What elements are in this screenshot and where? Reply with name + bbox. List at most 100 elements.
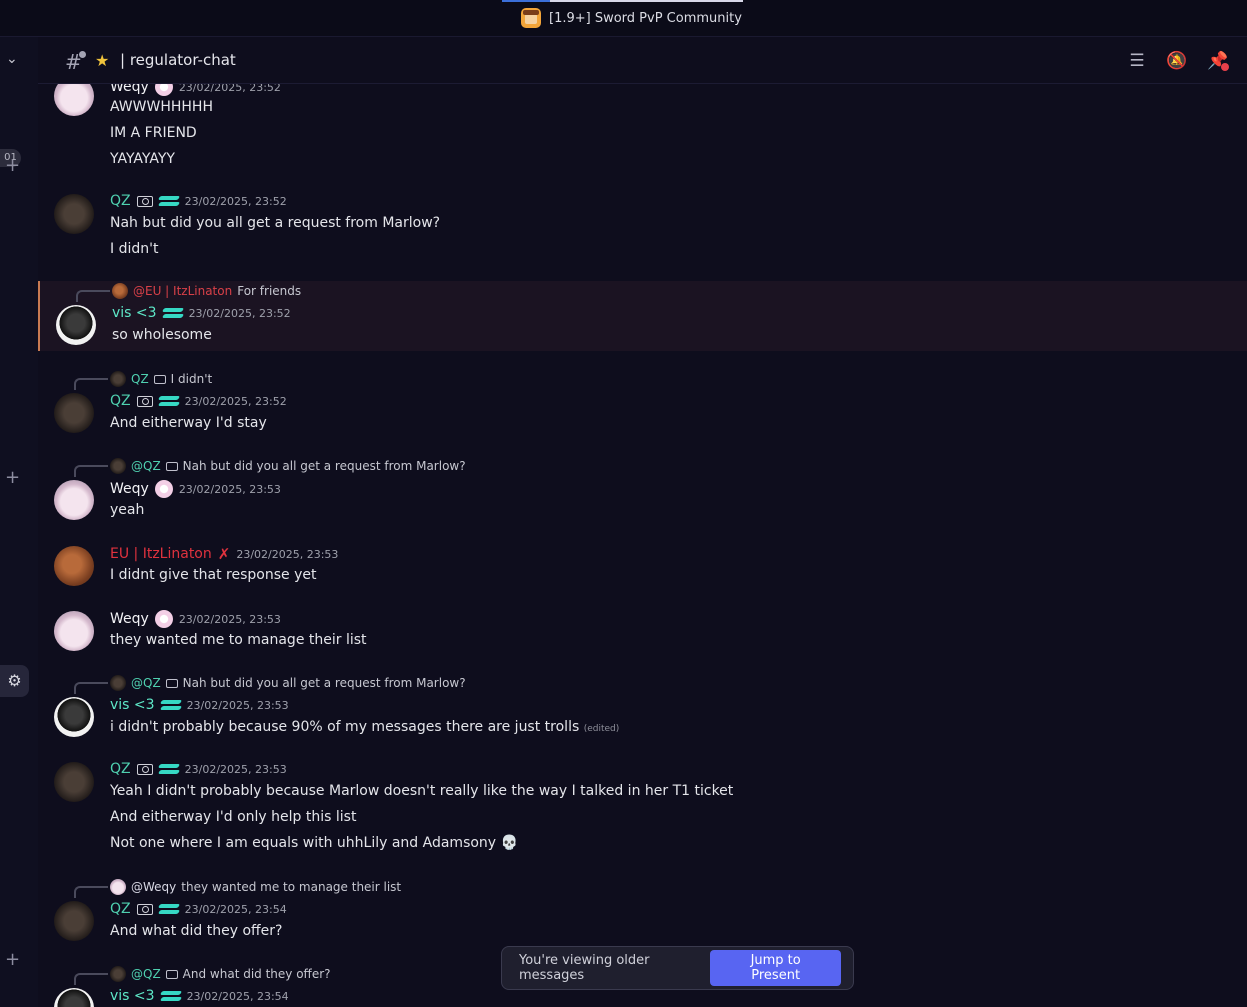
threads-icon[interactable]: ☰ [1126, 50, 1148, 72]
timestamp: 23/02/2025, 23:53 [184, 762, 287, 776]
message-header: QZ 23/02/2025, 23:52 [110, 193, 287, 209]
pin-icon[interactable]: 📌 [1207, 50, 1229, 72]
message-header: QZ 23/02/2025, 23:54 [110, 901, 287, 917]
avatar[interactable] [54, 762, 94, 802]
avatar[interactable] [54, 988, 94, 1007]
message-line: yeah [110, 502, 145, 518]
message-text: Not one where I am equals with uhhLily a… [110, 835, 497, 851]
author-name[interactable]: vis <3 [112, 305, 157, 321]
reply-avatar [110, 371, 126, 387]
reply-spine [74, 378, 108, 390]
jump-to-present-button[interactable]: Jump to Present [710, 950, 841, 986]
message-line: I didn't [110, 241, 159, 257]
timestamp: 23/02/2025, 23:52 [178, 84, 281, 94]
reply-author[interactable]: QZ [131, 372, 149, 386]
timestamp: 23/02/2025, 23:53 [236, 547, 339, 561]
avatar[interactable] [54, 697, 94, 737]
wave-badge-icon [159, 763, 179, 775]
reply-spine [76, 290, 110, 302]
reply-preview[interactable]: @QZ Nah but did you all get a request fr… [110, 675, 466, 691]
avatar[interactable] [54, 611, 94, 651]
add-icon[interactable]: + [5, 155, 20, 176]
reply-avatar [110, 879, 126, 895]
message-line: And what did they offer? [110, 923, 283, 939]
titlebar-accent [502, 0, 743, 2]
window-titlebar: [1.9+] Sword PvP Community [0, 0, 1247, 37]
camera-badge-icon [165, 461, 178, 471]
author-name[interactable]: QZ [110, 193, 131, 209]
reply-spine [74, 682, 108, 694]
message-header: Weqy 23/02/2025, 23:53 [110, 480, 281, 498]
wave-badge-icon [163, 307, 183, 319]
message: @Weqy they wanted me to manage their lis… [38, 877, 1247, 947]
notification-dot [1221, 63, 1229, 71]
message-line: And eitherway I'd only help this list [110, 809, 357, 825]
server-icon [521, 8, 541, 28]
timestamp: 23/02/2025, 23:52 [184, 194, 287, 208]
mute-bell-icon[interactable]: 🔕 [1166, 50, 1188, 72]
author-name[interactable]: vis <3 [110, 988, 155, 1004]
avatar[interactable] [54, 393, 94, 433]
avatar[interactable] [54, 84, 94, 116]
reply-preview[interactable]: @Weqy they wanted me to manage their lis… [110, 879, 401, 895]
older-messages-text: You're viewing older messages [519, 953, 650, 983]
author-name[interactable]: Weqy [110, 611, 149, 627]
message: @QZ Nah but did you all get a request fr… [38, 456, 1247, 526]
author-name[interactable]: EU | ItzLinaton [110, 546, 212, 562]
avatar[interactable] [54, 480, 94, 520]
avatar[interactable] [54, 901, 94, 941]
message-header: QZ 23/02/2025, 23:53 [110, 761, 287, 777]
avatar[interactable] [56, 305, 96, 345]
add-icon[interactable]: + [5, 467, 20, 488]
author-name[interactable]: vis <3 [110, 697, 155, 713]
avatar[interactable] [54, 546, 94, 586]
flower-badge-icon [154, 610, 173, 628]
reply-author[interactable]: @QZ [131, 459, 161, 473]
reply-author[interactable]: @Weqy [131, 880, 176, 894]
message: Weqy 23/02/2025, 23:53 they wanted me to… [38, 603, 1247, 658]
reply-text: Nah but did you all get a request from M… [182, 459, 466, 473]
reply-text: I didn't [170, 372, 213, 386]
reply-author[interactable]: @EU | ItzLinaton [133, 284, 232, 298]
channel-header: # ★ | regulator-chat ☰ 🔕 📌 [38, 37, 1247, 84]
author-name[interactable]: Weqy [110, 481, 149, 497]
edited-tag: (edited) [583, 724, 620, 734]
message-text: i didn't probably because 90% of my mess… [110, 719, 580, 735]
timestamp: 23/02/2025, 23:53 [178, 482, 281, 496]
author-name[interactable]: QZ [110, 393, 131, 409]
camera-badge-icon [136, 903, 153, 915]
add-icon[interactable]: + [5, 949, 20, 970]
settings-gear-icon[interactable]: ⚙ [0, 665, 29, 697]
reply-author[interactable]: @QZ [131, 676, 161, 690]
message-line: Not one where I am equals with uhhLily a… [110, 835, 518, 851]
author-name[interactable]: QZ [110, 761, 131, 777]
reply-avatar [110, 458, 126, 474]
reply-spine [74, 973, 108, 985]
timestamp: 23/02/2025, 23:53 [186, 698, 289, 712]
reply-avatar [110, 966, 126, 982]
author-name[interactable]: Weqy [110, 84, 149, 95]
reply-preview[interactable]: QZ I didn't [110, 371, 212, 387]
reply-avatar [110, 675, 126, 691]
camera-badge-icon [165, 678, 178, 688]
server-rail: ⌄ 01 + + ⚙ + [0, 37, 38, 1007]
camera-badge-icon [136, 195, 153, 207]
message-header: Weqy 23/02/2025, 23:52 [110, 84, 281, 96]
chevron-down-icon[interactable]: ⌄ [6, 51, 18, 67]
message-line: Yeah I didn't probably because Marlow do… [110, 783, 734, 799]
message-line: AWWWHHHHH [110, 99, 213, 115]
author-name[interactable]: QZ [110, 901, 131, 917]
message-list[interactable]: Weqy 23/02/2025, 23:52 AWWWHHHHH IM A FR… [38, 84, 1247, 1007]
reply-author[interactable]: @QZ [131, 967, 161, 981]
reply-preview[interactable]: @QZ Nah but did you all get a request fr… [110, 458, 466, 474]
message-line: they wanted me to manage their list [110, 632, 367, 648]
reply-preview[interactable]: @EU | ItzLinaton For friends [112, 283, 301, 299]
flower-badge-icon [154, 480, 173, 498]
camera-badge-icon [153, 374, 166, 384]
hammer-badge-icon: ✗ [217, 545, 231, 563]
message-line: Nah but did you all get a request from M… [110, 215, 441, 231]
message-line: i didn't probably because 90% of my mess… [110, 719, 619, 735]
reply-preview[interactable]: @QZ And what did they offer? [110, 966, 331, 982]
camera-badge-icon [136, 763, 153, 775]
avatar[interactable] [54, 194, 94, 234]
